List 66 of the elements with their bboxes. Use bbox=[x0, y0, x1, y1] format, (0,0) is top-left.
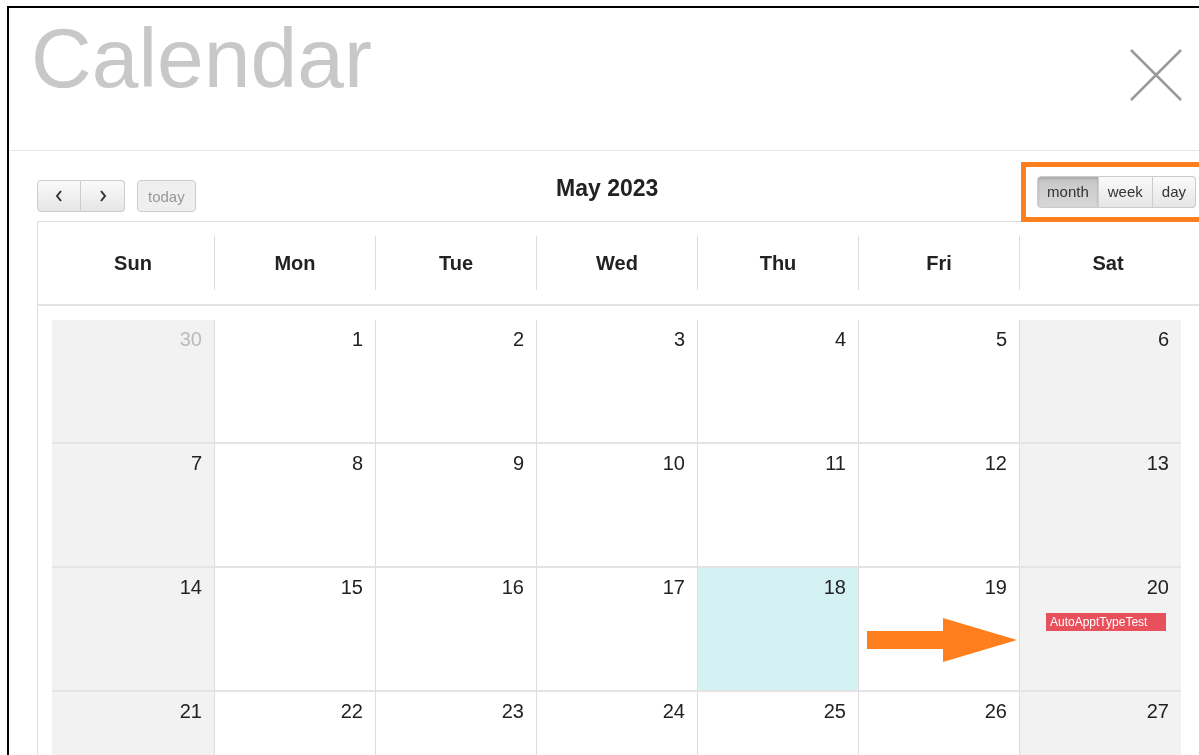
day-cell[interactable]: 8 bbox=[214, 444, 375, 568]
day-number: 20 bbox=[1146, 576, 1169, 599]
day-number: 24 bbox=[662, 700, 685, 723]
weekday-header: Sun bbox=[113, 251, 153, 276]
day-cell[interactable]: 24 bbox=[536, 692, 697, 755]
day-number: 12 bbox=[984, 452, 1007, 475]
day-cell[interactable]: 10 bbox=[536, 444, 697, 568]
day-cell[interactable]: 6 bbox=[1019, 320, 1181, 444]
day-cell[interactable]: 25 bbox=[697, 692, 858, 755]
next-button[interactable] bbox=[81, 180, 125, 212]
day-cell[interactable]: 7 bbox=[52, 444, 214, 568]
day-cell[interactable]: 3 bbox=[536, 320, 697, 444]
day-number: 17 bbox=[662, 576, 685, 599]
day-number: 18 bbox=[823, 576, 846, 599]
day-number: 23 bbox=[501, 700, 524, 723]
chevron-right-icon bbox=[97, 189, 108, 203]
close-icon[interactable] bbox=[1129, 48, 1183, 102]
month-title: May 2023 bbox=[556, 175, 659, 202]
day-number: 16 bbox=[501, 576, 524, 599]
day-number: 26 bbox=[984, 700, 1007, 723]
view-tab[interactable]: week bbox=[1098, 175, 1153, 208]
day-number: 4 bbox=[834, 328, 846, 351]
day-number: 6 bbox=[1157, 328, 1169, 351]
day-number: 15 bbox=[340, 576, 363, 599]
day-cell[interactable]: 2 bbox=[375, 320, 536, 444]
day-number: 9 bbox=[512, 452, 524, 475]
day-number: 7 bbox=[190, 452, 202, 475]
day-number: 5 bbox=[995, 328, 1007, 351]
day-cell[interactable]: 23 bbox=[375, 692, 536, 755]
day-cell[interactable]: 21 bbox=[52, 692, 214, 755]
event-chip[interactable]: AutoApptTypeTest bbox=[1046, 613, 1166, 631]
day-number: 22 bbox=[340, 700, 363, 723]
day-cell[interactable]: 16 bbox=[375, 568, 536, 692]
day-number: 8 bbox=[351, 452, 363, 475]
day-cell[interactable]: 27 bbox=[1019, 692, 1181, 755]
day-number: 14 bbox=[179, 576, 202, 599]
weekday-header: Wed bbox=[536, 236, 697, 290]
day-number: 27 bbox=[1146, 700, 1169, 723]
day-cell[interactable]: 19 bbox=[858, 568, 1019, 692]
weekday-header: Thu bbox=[697, 236, 858, 290]
weekday-header: Mon bbox=[214, 236, 375, 290]
day-cell[interactable]: 22 bbox=[214, 692, 375, 755]
day-number: 19 bbox=[984, 576, 1007, 599]
day-number: 11 bbox=[825, 452, 846, 475]
chevron-left-icon bbox=[54, 189, 64, 203]
day-cell[interactable]: 14 bbox=[52, 568, 214, 692]
view-tab[interactable]: day bbox=[1152, 175, 1196, 208]
day-number: 10 bbox=[662, 452, 685, 475]
day-number: 3 bbox=[673, 328, 685, 351]
day-cell[interactable]: 4 bbox=[697, 320, 858, 444]
day-number: 25 bbox=[823, 700, 846, 723]
day-cell[interactable]: 20 AutoApptTypeTest bbox=[1019, 568, 1181, 692]
day-number: 13 bbox=[1146, 452, 1169, 475]
day-cell[interactable]: 9 bbox=[375, 444, 536, 568]
day-cell[interactable]: 13 bbox=[1019, 444, 1181, 568]
weekday-header: Fri bbox=[858, 236, 1019, 290]
previous-button[interactable] bbox=[37, 180, 81, 212]
day-cell[interactable]: 15 bbox=[214, 568, 375, 692]
weekday-header: Sat bbox=[1019, 236, 1196, 290]
day-number: 21 bbox=[179, 700, 202, 723]
view-tab[interactable]: month bbox=[1037, 175, 1099, 208]
day-number: 1 bbox=[351, 328, 363, 351]
day-cell[interactable]: 18 bbox=[697, 568, 858, 692]
weekday-header: Tue bbox=[375, 236, 536, 290]
day-number: 2 bbox=[512, 328, 524, 351]
day-cell[interactable]: 1 bbox=[214, 320, 375, 444]
